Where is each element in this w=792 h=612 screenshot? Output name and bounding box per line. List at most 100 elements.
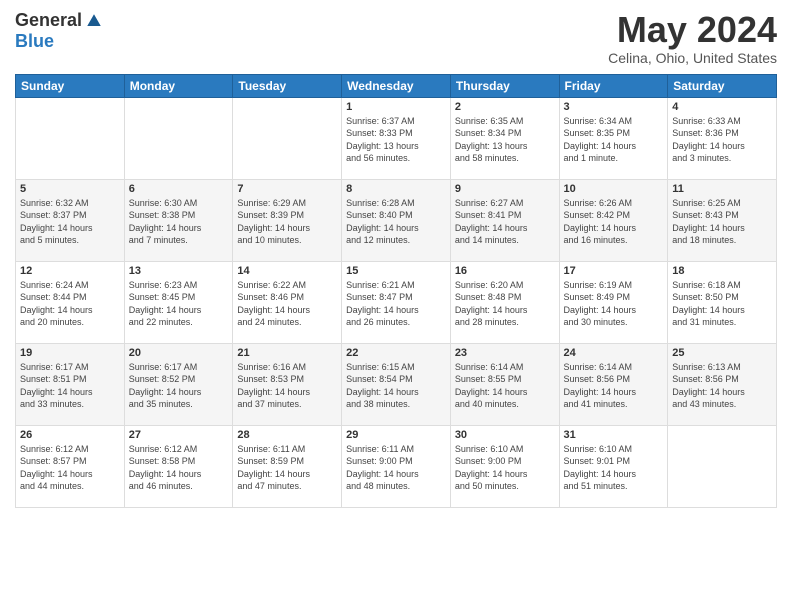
day-number: 6 <box>129 183 229 195</box>
header-tuesday: Tuesday <box>233 74 342 97</box>
day-info: Sunrise: 6:25 AM Sunset: 8:43 PM Dayligh… <box>672 197 772 247</box>
day-info: Sunrise: 6:26 AM Sunset: 8:42 PM Dayligh… <box>564 197 664 247</box>
day-number: 8 <box>346 183 446 195</box>
calendar-week-0: 1 Sunrise: 6:37 AM Sunset: 8:33 PM Daylig… <box>16 97 777 179</box>
day-info: Sunrise: 6:28 AM Sunset: 8:40 PM Dayligh… <box>346 197 446 247</box>
calendar-cell: 13Sunrise: 6:23 AM Sunset: 8:45 PM Dayli… <box>124 261 233 343</box>
calendar-cell: 31 Sunrise: 6:10 AM Sunset: 9:01 PM Dayli… <box>559 425 668 507</box>
day-number: 17 <box>564 265 664 277</box>
day-number: 1 <box>346 101 446 113</box>
day-info: Sunrise: 6:12 AM Sunset: 8:57 PM Dayligh… <box>20 443 120 493</box>
day-info: Sunrise: 6:24 AM Sunset: 8:44 PM Dayligh… <box>20 279 120 329</box>
day-info: Sunrise: 6:13 AM Sunset: 8:56 PM Dayligh… <box>672 361 772 411</box>
calendar-cell: 3Sunrise: 6:34 AM Sunset: 8:35 PM Daylig… <box>559 97 668 179</box>
header-monday: Monday <box>124 74 233 97</box>
day-number: 29 <box>346 429 446 441</box>
day-number: 14 <box>237 265 337 277</box>
day-info: Sunrise: 6:10 AM Sunset: 9:01 PM Dayligh… <box>564 443 664 493</box>
calendar-cell: 25 Sunrise: 6:13 AM Sunset: 8:56 PM Dayli… <box>668 343 777 425</box>
calendar-week-4: 26 Sunrise: 6:12 AM Sunset: 8:57 PM Dayli… <box>16 425 777 507</box>
day-number: 16 <box>455 265 555 277</box>
calendar-table: Sunday Monday Tuesday Wednesday Thursday… <box>15 74 777 508</box>
day-number: 24 <box>564 347 664 359</box>
calendar-cell: 20 Sunrise: 6:17 AM Sunset: 8:52 PM Dayli… <box>124 343 233 425</box>
calendar-cell: 19Sunrise: 6:17 AM Sunset: 8:51 PM Dayli… <box>16 343 125 425</box>
day-info: Sunrise: 6:19 AM Sunset: 8:49 PM Dayligh… <box>564 279 664 329</box>
calendar-cell: 7Sunrise: 6:29 AM Sunset: 8:39 PM Daylig… <box>233 179 342 261</box>
day-info: Sunrise: 6:21 AM Sunset: 8:47 PM Dayligh… <box>346 279 446 329</box>
day-info: Sunrise: 6:10 AM Sunset: 9:00 PM Dayligh… <box>455 443 555 493</box>
calendar-cell <box>668 425 777 507</box>
calendar-header-row: Sunday Monday Tuesday Wednesday Thursday… <box>16 74 777 97</box>
header-thursday: Thursday <box>450 74 559 97</box>
calendar-cell: 1 Sunrise: 6:37 AM Sunset: 8:33 PM Daylig… <box>342 97 451 179</box>
logo-icon <box>84 11 104 31</box>
day-number: 2 <box>455 101 555 113</box>
calendar-cell: 23 Sunrise: 6:14 AM Sunset: 8:55 PM Dayli… <box>450 343 559 425</box>
day-info: Sunrise: 6:11 AM Sunset: 9:00 PM Dayligh… <box>346 443 446 493</box>
calendar-cell: 5Sunrise: 6:32 AM Sunset: 8:37 PM Daylig… <box>16 179 125 261</box>
day-info: Sunrise: 6:11 AM Sunset: 8:59 PM Dayligh… <box>237 443 337 493</box>
day-number: 28 <box>237 429 337 441</box>
calendar-cell: 8 Sunrise: 6:28 AM Sunset: 8:40 PM Daylig… <box>342 179 451 261</box>
day-info: Sunrise: 6:27 AM Sunset: 8:41 PM Dayligh… <box>455 197 555 247</box>
day-number: 22 <box>346 347 446 359</box>
calendar-week-3: 19Sunrise: 6:17 AM Sunset: 8:51 PM Dayli… <box>16 343 777 425</box>
day-info: Sunrise: 6:29 AM Sunset: 8:39 PM Dayligh… <box>237 197 337 247</box>
day-number: 9 <box>455 183 555 195</box>
day-info: Sunrise: 6:35 AM Sunset: 8:34 PM Dayligh… <box>455 115 555 165</box>
day-number: 25 <box>672 347 772 359</box>
calendar-cell: 24 Sunrise: 6:14 AM Sunset: 8:56 PM Dayli… <box>559 343 668 425</box>
day-info: Sunrise: 6:17 AM Sunset: 8:52 PM Dayligh… <box>129 361 229 411</box>
calendar-cell: 4 Sunrise: 6:33 AM Sunset: 8:36 PM Daylig… <box>668 97 777 179</box>
calendar-cell: 17 Sunrise: 6:19 AM Sunset: 8:49 PM Dayli… <box>559 261 668 343</box>
header-friday: Friday <box>559 74 668 97</box>
day-number: 13 <box>129 265 229 277</box>
calendar-cell: 14Sunrise: 6:22 AM Sunset: 8:46 PM Dayli… <box>233 261 342 343</box>
calendar-cell: 12 Sunrise: 6:24 AM Sunset: 8:44 PM Dayli… <box>16 261 125 343</box>
day-number: 21 <box>237 347 337 359</box>
calendar-cell: 15Sunrise: 6:21 AM Sunset: 8:47 PM Dayli… <box>342 261 451 343</box>
calendar-cell: 28 Sunrise: 6:11 AM Sunset: 8:59 PM Dayli… <box>233 425 342 507</box>
calendar-cell: 30Sunrise: 6:10 AM Sunset: 9:00 PM Dayli… <box>450 425 559 507</box>
calendar-cell <box>16 97 125 179</box>
day-number: 10 <box>564 183 664 195</box>
day-info: Sunrise: 6:14 AM Sunset: 8:55 PM Dayligh… <box>455 361 555 411</box>
day-info: Sunrise: 6:37 AM Sunset: 8:33 PM Dayligh… <box>346 115 446 165</box>
calendar-cell: 6 Sunrise: 6:30 AM Sunset: 8:38 PM Daylig… <box>124 179 233 261</box>
calendar-week-2: 12 Sunrise: 6:24 AM Sunset: 8:44 PM Dayli… <box>16 261 777 343</box>
calendar-cell: 11 Sunrise: 6:25 AM Sunset: 8:43 PM Dayli… <box>668 179 777 261</box>
calendar-cell: 10 Sunrise: 6:26 AM Sunset: 8:42 PM Dayli… <box>559 179 668 261</box>
header: General Blue May 2024 Celina, Ohio, Unit… <box>15 10 777 66</box>
day-number: 31 <box>564 429 664 441</box>
day-number: 26 <box>20 429 120 441</box>
day-number: 12 <box>20 265 120 277</box>
header-wednesday: Wednesday <box>342 74 451 97</box>
logo-general-text: General <box>15 10 82 31</box>
day-number: 18 <box>672 265 772 277</box>
logo: General Blue <box>15 10 104 52</box>
day-number: 23 <box>455 347 555 359</box>
day-info: Sunrise: 6:34 AM Sunset: 8:35 PM Dayligh… <box>564 115 664 165</box>
day-number: 4 <box>672 101 772 113</box>
calendar-cell: 21Sunrise: 6:16 AM Sunset: 8:53 PM Dayli… <box>233 343 342 425</box>
day-info: Sunrise: 6:20 AM Sunset: 8:48 PM Dayligh… <box>455 279 555 329</box>
day-info: Sunrise: 6:14 AM Sunset: 8:56 PM Dayligh… <box>564 361 664 411</box>
logo-blue-text: Blue <box>15 31 54 52</box>
calendar-cell: 9 Sunrise: 6:27 AM Sunset: 8:41 PM Daylig… <box>450 179 559 261</box>
day-info: Sunrise: 6:30 AM Sunset: 8:38 PM Dayligh… <box>129 197 229 247</box>
calendar-cell: 26 Sunrise: 6:12 AM Sunset: 8:57 PM Dayli… <box>16 425 125 507</box>
calendar-week-1: 5Sunrise: 6:32 AM Sunset: 8:37 PM Daylig… <box>16 179 777 261</box>
day-number: 11 <box>672 183 772 195</box>
calendar-cell <box>233 97 342 179</box>
location: Celina, Ohio, United States <box>608 50 777 66</box>
day-number: 19 <box>20 347 120 359</box>
calendar-cell: 22Sunrise: 6:15 AM Sunset: 8:54 PM Dayli… <box>342 343 451 425</box>
page: General Blue May 2024 Celina, Ohio, Unit… <box>0 0 792 612</box>
day-info: Sunrise: 6:18 AM Sunset: 8:50 PM Dayligh… <box>672 279 772 329</box>
day-number: 20 <box>129 347 229 359</box>
day-info: Sunrise: 6:33 AM Sunset: 8:36 PM Dayligh… <box>672 115 772 165</box>
calendar-cell: 29 Sunrise: 6:11 AM Sunset: 9:00 PM Dayli… <box>342 425 451 507</box>
calendar-cell: 16 Sunrise: 6:20 AM Sunset: 8:48 PM Dayli… <box>450 261 559 343</box>
title-section: May 2024 Celina, Ohio, United States <box>608 10 777 66</box>
